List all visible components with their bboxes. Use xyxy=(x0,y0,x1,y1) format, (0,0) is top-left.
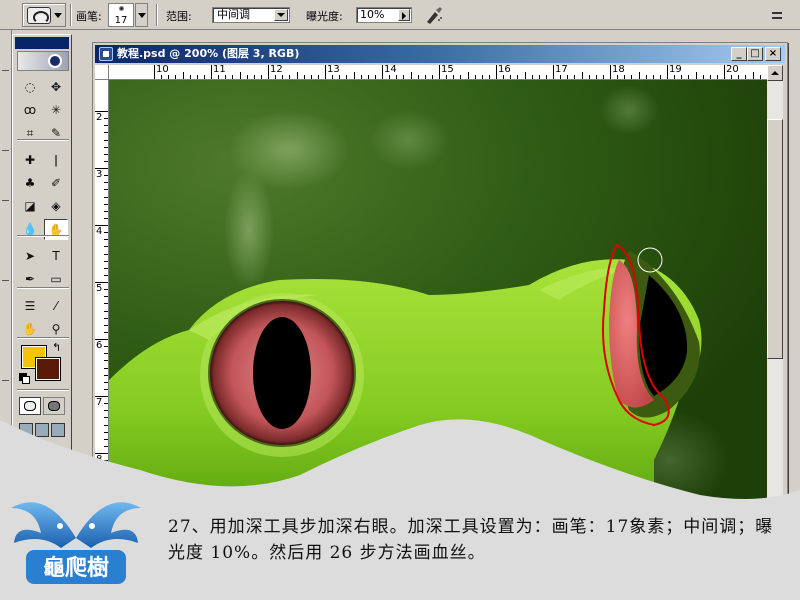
eraser-tool-icon[interactable]: ◪ xyxy=(18,196,42,217)
ruler-tick xyxy=(581,72,583,79)
ruler-label: 5 xyxy=(96,283,103,294)
divider xyxy=(17,139,69,141)
lasso-tool-icon[interactable]: ꝏ xyxy=(18,100,42,121)
ruler-label: 3 xyxy=(96,169,103,180)
brush-dropdown-button[interactable] xyxy=(135,3,148,27)
notes-tool-icon[interactable]: ☰ xyxy=(18,296,42,317)
ruler-label: 14 xyxy=(384,65,397,75)
swap-colors-icon[interactable]: ↰ xyxy=(52,341,61,354)
chevron-down-icon[interactable] xyxy=(274,9,288,21)
maximize-button[interactable]: □ xyxy=(747,47,763,61)
ruler-label: 13 xyxy=(327,65,340,75)
tool-preset-picker[interactable] xyxy=(22,3,66,27)
magic-wand-tool-icon[interactable]: ✳ xyxy=(44,100,68,121)
ruler-label: 11 xyxy=(213,65,226,75)
type-tool-icon[interactable]: T xyxy=(44,246,68,267)
ruler-label: 6 xyxy=(96,340,103,351)
eyedropper-tool-icon[interactable]: ⁄ xyxy=(44,296,68,317)
brush-picker[interactable]: 17 xyxy=(108,3,134,27)
divider xyxy=(17,235,69,237)
chevron-down-icon xyxy=(54,13,62,18)
exposure-label: 曝光度: xyxy=(306,10,343,23)
ruler-tick xyxy=(239,72,241,79)
ruler-label: 2 xyxy=(96,112,103,123)
ruler-label: 17 xyxy=(555,65,568,75)
path-selection-tool-icon[interactable]: ➤ xyxy=(18,246,42,267)
brush-label: 画笔: xyxy=(76,10,102,23)
toolbox-titlebar[interactable] xyxy=(15,37,69,49)
ruler-label: 20 xyxy=(726,65,739,75)
ruler-label: 18 xyxy=(612,65,625,75)
exposure-field[interactable]: 10% xyxy=(356,7,412,23)
healing-brush-tool-icon[interactable]: ✚ xyxy=(18,150,42,171)
ruler-tick xyxy=(695,72,697,79)
ruler-tick xyxy=(524,72,526,79)
scroll-thumb[interactable] xyxy=(767,119,783,359)
ruler-tick xyxy=(467,72,469,79)
divider xyxy=(17,287,69,289)
move-tool-icon[interactable]: ✥ xyxy=(44,77,68,98)
ruler-tick xyxy=(182,72,184,79)
ruler-tick xyxy=(410,72,412,79)
document-titlebar[interactable]: 教程.psd @ 200% (图层 3, RGB) _ □ × xyxy=(95,45,785,63)
exposure-value: 10% xyxy=(360,8,385,21)
range-value: 中间调 xyxy=(217,8,250,21)
ruler-origin[interactable] xyxy=(95,65,109,80)
ruler-tick xyxy=(638,72,640,79)
ruler-label: 4 xyxy=(96,226,103,237)
horizontal-ruler[interactable]: 10 11 12 13 14 15 16 17 18 19 20 xyxy=(109,65,767,80)
brush-tip-icon xyxy=(119,6,124,11)
palette-well-icon[interactable] xyxy=(770,9,784,23)
burn-tool-icon xyxy=(27,7,51,24)
exposure-slider-button[interactable] xyxy=(398,9,410,21)
photoshop-logo[interactable] xyxy=(17,51,69,71)
site-logo: 龜爬樹 xyxy=(6,478,146,596)
ruler-tick xyxy=(296,72,298,79)
divider xyxy=(17,337,69,339)
range-select[interactable]: 中间调 xyxy=(212,7,290,23)
minimize-button[interactable]: _ xyxy=(731,47,747,61)
range-label: 范围: xyxy=(166,10,192,23)
airbrush-icon[interactable] xyxy=(423,4,445,26)
scroll-up-button[interactable] xyxy=(767,65,783,81)
paint-bucket-tool-icon[interactable]: ◈ xyxy=(44,196,68,217)
options-bar: 画笔: 17 范围: 中间调 曝光度: 10% xyxy=(0,0,800,30)
document-icon xyxy=(99,47,113,61)
brush-size-value: 17 xyxy=(114,15,128,26)
ruler-label: 15 xyxy=(441,65,454,75)
separator xyxy=(70,4,72,26)
ruler-tick xyxy=(353,72,355,79)
ruler-label: 19 xyxy=(669,65,682,75)
marquee-tool-icon[interactable]: ◌ xyxy=(18,77,42,98)
history-brush-tool-icon[interactable]: ✐ xyxy=(44,173,68,194)
separator xyxy=(156,4,158,26)
close-button[interactable]: × xyxy=(765,47,781,61)
eye-icon xyxy=(48,54,62,68)
background-color-swatch[interactable] xyxy=(35,357,61,381)
ruler-label: 10 xyxy=(156,65,169,75)
ruler-tick xyxy=(752,72,754,79)
clone-stamp-tool-icon[interactable]: ♣ xyxy=(18,173,42,194)
ruler-label: 12 xyxy=(270,65,283,75)
document-title: 教程.psd @ 200% (图层 3, RGB) xyxy=(117,47,300,60)
ruler-label: 16 xyxy=(498,65,511,75)
tutorial-caption: 27、用加深工具步加深右眼。加深工具设置为：画笔：17象素；中间调；曝光度 10… xyxy=(168,517,774,563)
brush-tool-icon[interactable]: ǀ xyxy=(44,150,68,171)
logo-text: 龜爬樹 xyxy=(43,555,109,581)
